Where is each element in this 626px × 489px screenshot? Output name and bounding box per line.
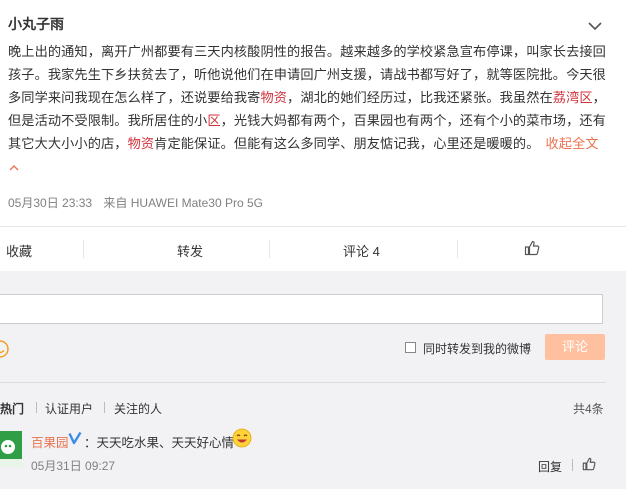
highlighted-keyword[interactable]: 物资: [260, 90, 287, 105]
comment-input[interactable]: [0, 294, 603, 324]
highlighted-keyword[interactable]: 荔湾区: [553, 90, 593, 105]
favorite-button[interactable]: 收藏: [6, 241, 32, 260]
avatar[interactable]: [0, 431, 22, 467]
chevron-up-icon: [9, 164, 19, 171]
repost-checkbox-label[interactable]: 同时转发到我的微博: [423, 340, 531, 357]
submit-comment-button[interactable]: 评论: [545, 334, 605, 360]
smile-emoji-icon: [232, 428, 252, 448]
repost-checkbox[interactable]: [405, 342, 416, 353]
reply-button[interactable]: 回复: [538, 458, 562, 475]
filter-following[interactable]: 关注的人: [114, 400, 162, 417]
avatar-image: [0, 431, 22, 467]
like-icon[interactable]: [524, 240, 540, 256]
chevron-down-icon[interactable]: [587, 20, 603, 32]
filter-verified-users[interactable]: 认证用户: [45, 400, 93, 417]
post-time[interactable]: 05月30日 23:33: [8, 196, 92, 210]
divider: [0, 226, 626, 227]
action-separator: [572, 459, 573, 471]
comment-like-icon[interactable]: [582, 457, 596, 471]
comment-count: 共4条: [573, 402, 604, 416]
filter-hot[interactable]: 热门: [0, 400, 24, 417]
comment-time: 05月31日 09:27: [31, 459, 116, 473]
verified-badge-icon: [68, 431, 82, 445]
post-text: 晚上出的通知，离开广州都要有三天内核酸阴性的报告。越来越多的学校紧急宣布停课，叫…: [8, 40, 606, 178]
post-meta: 05月30日 23:33 来自 HUAWEI Mate30 Pro 5G: [8, 194, 271, 211]
comment-text: ：天天吃水果、天天好心情: [84, 436, 235, 450]
emoji-picker-icon[interactable]: [0, 340, 9, 358]
post-body: 晚上出的通知，离开广州都要有三天内核酸阴性的报告。越来越多的学校紧急宣布停课，叫…: [8, 44, 606, 151]
action-separator: [457, 240, 458, 258]
action-separator: [83, 240, 84, 258]
collapse-label: 收起全文: [545, 136, 599, 151]
highlighted-keyword[interactable]: 物资: [128, 136, 155, 151]
comment-button[interactable]: 评论 4: [343, 241, 380, 260]
post-source: 来自 HUAWEI Mate30 Pro 5G: [103, 196, 264, 210]
commenter-name[interactable]: 百果园: [31, 432, 69, 451]
repost-button[interactable]: 转发: [177, 241, 203, 260]
post-author[interactable]: 小丸子雨: [8, 14, 64, 34]
highlighted-keyword[interactable]: 区: [207, 113, 220, 128]
filter-separator: [36, 402, 37, 413]
divider: [0, 382, 606, 383]
filter-separator: [104, 402, 105, 413]
post-text-segment: 肯定能保证。但能有这么多同学、朋友惦记我，心里还是暖暖的。: [154, 136, 540, 151]
action-separator: [269, 240, 270, 258]
post-text-segment: ，湖北的她们经历过，比我还紧张。我虽然在: [287, 90, 553, 105]
